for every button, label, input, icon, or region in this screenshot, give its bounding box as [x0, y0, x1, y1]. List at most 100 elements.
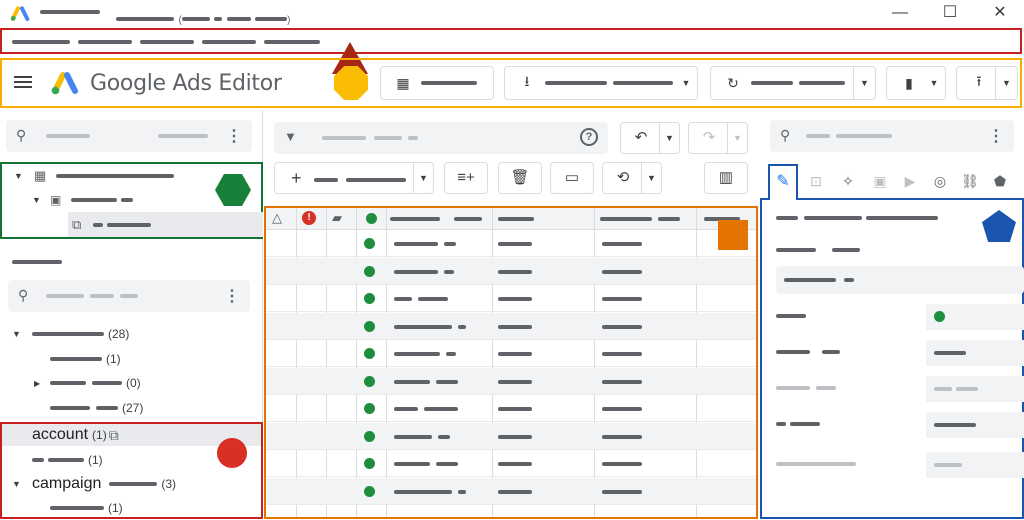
tree-item-campaign[interactable]: ▼ campaign (3) — [12, 472, 176, 496]
chevron-down-icon[interactable]: ▼ — [641, 163, 661, 193]
chevron-down-icon[interactable]: ▼ — [675, 67, 697, 99]
more-options-icon[interactable]: ⋮ — [226, 126, 242, 146]
status-enabled-icon — [364, 430, 375, 442]
filter-input[interactable]: ▼ ? — [274, 122, 608, 154]
tree-item[interactable]: ▼ ▣ — [32, 188, 134, 212]
type-list-item[interactable]: ▼ (28) — [12, 322, 129, 346]
tree-item[interactable]: (1) — [50, 496, 123, 520]
property-field[interactable] — [926, 412, 1024, 438]
chevron-down-icon[interactable]: ▼ — [12, 329, 22, 339]
post-button[interactable]: ⭱ ▼ — [956, 66, 1018, 100]
tab-links[interactable]: ⛓ — [958, 169, 982, 193]
table-row[interactable] — [266, 340, 756, 367]
table-row[interactable] — [266, 367, 756, 395]
view-button[interactable]: ▦ — [380, 66, 494, 100]
label-icon: ⬟ — [993, 173, 1007, 189]
search-icon: ⚲ — [18, 287, 29, 303]
menu-item[interactable] — [202, 40, 256, 44]
undo-button[interactable]: ↶ ▼ — [620, 122, 680, 154]
property-field[interactable] — [926, 376, 1024, 402]
grid-icon: ▦ — [396, 74, 410, 91]
maximize-button[interactable]: ☐ — [940, 3, 960, 23]
property-field[interactable] — [926, 452, 1024, 478]
type-list-item[interactable]: (1) — [50, 347, 121, 371]
video-icon: ▭ — [564, 169, 580, 186]
table-row[interactable] — [266, 312, 756, 340]
tab-magic[interactable]: ✧ — [836, 169, 860, 193]
google-ads-logo — [10, 6, 30, 21]
more-options-icon[interactable]: ⋮ — [988, 126, 1004, 146]
get-changes-button[interactable]: ⭳ ▼ — [504, 66, 698, 100]
chevron-down-icon[interactable]: ▼ — [853, 67, 875, 99]
open-external-icon[interactable]: ⧉ — [109, 427, 119, 444]
help-icon[interactable]: ? — [580, 128, 598, 146]
search-icon: ⚲ — [16, 127, 27, 143]
chevron-down-icon[interactable]: ▼ — [12, 479, 22, 489]
account-icon: ⧉ — [72, 216, 82, 232]
chevron-down-icon[interactable]: ▼ — [995, 67, 1017, 99]
tab-labels[interactable]: ⬟ — [988, 169, 1012, 193]
more-options-icon[interactable]: ⋮ — [224, 286, 240, 306]
table-row[interactable] — [266, 230, 756, 257]
status-enabled-icon — [364, 265, 375, 277]
right-panel: ⚲ ⋮ ✎ ⊡ ✧ ▣ ▶ ◎ ⛓ ⬟ — [760, 110, 1024, 519]
edit-panel-search-input[interactable]: ⚲ ⋮ — [770, 120, 1014, 152]
tab-targeting[interactable]: ◎ — [928, 169, 952, 193]
edit-icon: ✎ — [776, 173, 790, 190]
type-list-search-input[interactable]: ⚲ ⋮ — [8, 280, 250, 312]
columns-button[interactable]: ▥ — [704, 162, 748, 194]
tab-video[interactable]: ▶ — [898, 169, 922, 193]
menu-icon[interactable] — [14, 73, 32, 91]
property-field[interactable] — [926, 340, 1024, 366]
tab-preview[interactable]: ▣ — [868, 169, 892, 193]
menu-item[interactable] — [12, 40, 70, 44]
title-subtext: ( ) — [116, 10, 291, 28]
minimize-button[interactable]: — — [890, 3, 910, 23]
stats-button[interactable]: ▮ ▼ — [886, 66, 946, 100]
tree-item-selected[interactable]: ⧉ — [68, 212, 263, 237]
chevron-down-icon[interactable]: ▼ — [659, 123, 679, 153]
close-button[interactable]: ✕ — [990, 3, 1010, 23]
menu-item[interactable] — [140, 40, 194, 44]
refresh-button[interactable]: ↻ ▼ — [710, 66, 876, 100]
chevron-down-icon[interactable]: ▼ — [923, 67, 945, 99]
tab-edit[interactable]: ✎ — [768, 164, 798, 200]
status-enabled-icon — [364, 348, 375, 359]
chevron-down-icon[interactable]: ▼ — [727, 123, 747, 153]
section-heading — [12, 260, 62, 264]
tree-item[interactable]: (1) — [32, 448, 103, 472]
app-name: Google Ads Editor — [90, 71, 282, 96]
type-list-item[interactable]: ▶ (0) — [34, 371, 141, 395]
delete-button[interactable]: 🗑 — [498, 162, 542, 194]
type-list-item[interactable]: (27) — [50, 396, 143, 420]
table-row[interactable] — [266, 450, 756, 477]
name-field[interactable] — [776, 266, 1024, 294]
tab-layout[interactable]: ⊡ — [804, 169, 828, 193]
chevron-down-icon[interactable]: ▼ — [413, 163, 433, 193]
table-row[interactable] — [266, 257, 756, 285]
undo-icon: ↶ — [634, 129, 648, 146]
comment-icon[interactable]: ▰ — [332, 210, 342, 226]
table-row[interactable] — [266, 395, 756, 422]
menu-item[interactable] — [78, 40, 132, 44]
error-icon[interactable]: ! — [302, 211, 316, 225]
account-search-input[interactable]: ⚲ ⋮ — [6, 120, 252, 152]
replace-button[interactable]: ⟲ ▼ — [602, 162, 662, 194]
chevron-down-icon[interactable]: ▼ — [32, 195, 42, 205]
table-row[interactable] — [266, 477, 756, 505]
menu-item[interactable] — [264, 40, 320, 44]
chevron-right-icon[interactable]: ▶ — [34, 379, 44, 388]
status-enabled-icon — [364, 458, 375, 469]
table-row[interactable] — [266, 422, 756, 450]
chevron-down-icon[interactable]: ▼ — [14, 171, 24, 181]
status-icon[interactable] — [366, 213, 377, 224]
tree-item[interactable]: ▼ ▦ — [14, 164, 175, 188]
menu-bar — [0, 28, 1022, 74]
redo-button[interactable]: ↷ ▼ — [688, 122, 748, 154]
warning-icon[interactable]: △ — [272, 210, 282, 226]
status-field[interactable] — [926, 304, 1024, 330]
table-row[interactable] — [266, 285, 756, 312]
video-button[interactable]: ▭ — [550, 162, 594, 194]
add-multiple-button[interactable]: ≡+ — [444, 162, 488, 194]
add-button[interactable]: + ▼ — [274, 162, 434, 194]
